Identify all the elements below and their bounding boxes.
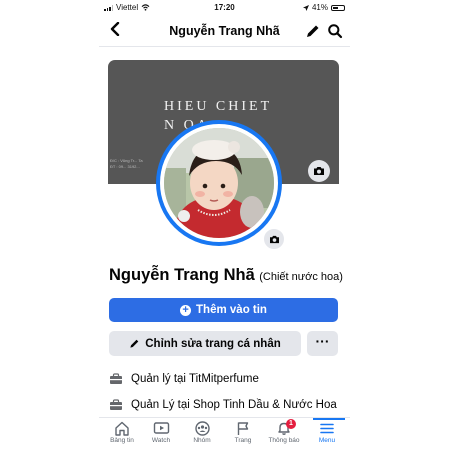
briefcase-icon — [110, 373, 122, 384]
work-info-row[interactable]: Quản lý tại TitMitperfume — [109, 373, 259, 385]
search-icon — [328, 24, 343, 39]
tab-watch[interactable]: Watch — [141, 421, 181, 444]
edit-profile-button[interactable]: Chỉnh sửa trang cá nhân — [109, 331, 301, 356]
tab-notifications[interactable]: 1 Thông báo — [264, 419, 304, 444]
camera-icon — [314, 167, 324, 175]
pencil-icon — [130, 339, 139, 348]
edit-profile-label: Chỉnh sửa trang cá nhân — [145, 337, 281, 350]
profile-name-row: Nguyễn Trang Nhã (Chiết nước hoa) — [109, 266, 344, 285]
tab-pages[interactable]: Trang — [223, 421, 263, 444]
bottom-tab-bar: Bảng tin Watch Nhóm Trang 1 Thông báo Me… — [99, 417, 350, 449]
battery-percent: 41% — [311, 3, 328, 12]
menu-icon — [320, 423, 334, 434]
briefcase-icon — [110, 399, 122, 410]
profile-screen: Viettel 17:20 41% Nguyễn Trang Nhã HIEU … — [99, 0, 350, 449]
tab-groups[interactable]: Nhóm — [182, 421, 222, 444]
plus-icon: + — [180, 304, 192, 316]
cover-camera-button[interactable] — [308, 160, 330, 182]
groups-icon — [194, 421, 210, 436]
cover-small-text: Đ/C : Vũng Tr... Ta ĐT : 09... 3192... — [110, 158, 143, 169]
location-icon — [302, 4, 309, 11]
avatar-camera-button[interactable] — [262, 227, 286, 251]
home-icon — [115, 421, 129, 436]
active-tab-indicator — [313, 418, 345, 420]
tab-home[interactable]: Bảng tin — [102, 421, 142, 444]
tab-menu[interactable]: Menu — [307, 421, 347, 444]
flag-icon — [237, 422, 249, 435]
edit-button[interactable] — [305, 23, 321, 39]
pencil-icon — [307, 25, 319, 37]
profile-name: Nguyễn Trang Nhã — [109, 266, 255, 284]
add-to-story-label: Thêm vào tin — [196, 304, 267, 316]
work-info-text: Quản lý tại TitMitperfume — [131, 373, 259, 385]
avatar[interactable] — [164, 128, 274, 238]
avatar-photo — [164, 128, 274, 238]
alternate-name: (Chiết nước hoa) — [259, 271, 343, 283]
battery-icon — [331, 4, 345, 11]
search-button[interactable] — [327, 23, 343, 39]
watch-icon — [153, 422, 169, 434]
more-options-button[interactable]: ··· — [307, 331, 338, 356]
work-info-row[interactable]: Quản Lý tại Shop Tinh Dầu & Nước Hoa — [109, 399, 337, 411]
add-to-story-button[interactable]: + Thêm vào tin — [109, 298, 338, 322]
camera-icon — [269, 235, 279, 243]
notification-badge: 1 — [286, 419, 296, 429]
status-bar: Viettel 17:20 41% — [99, 0, 350, 14]
top-header: Nguyễn Trang Nhã — [99, 16, 350, 47]
work-info-text: Quản Lý tại Shop Tinh Dầu & Nước Hoa — [131, 399, 337, 411]
